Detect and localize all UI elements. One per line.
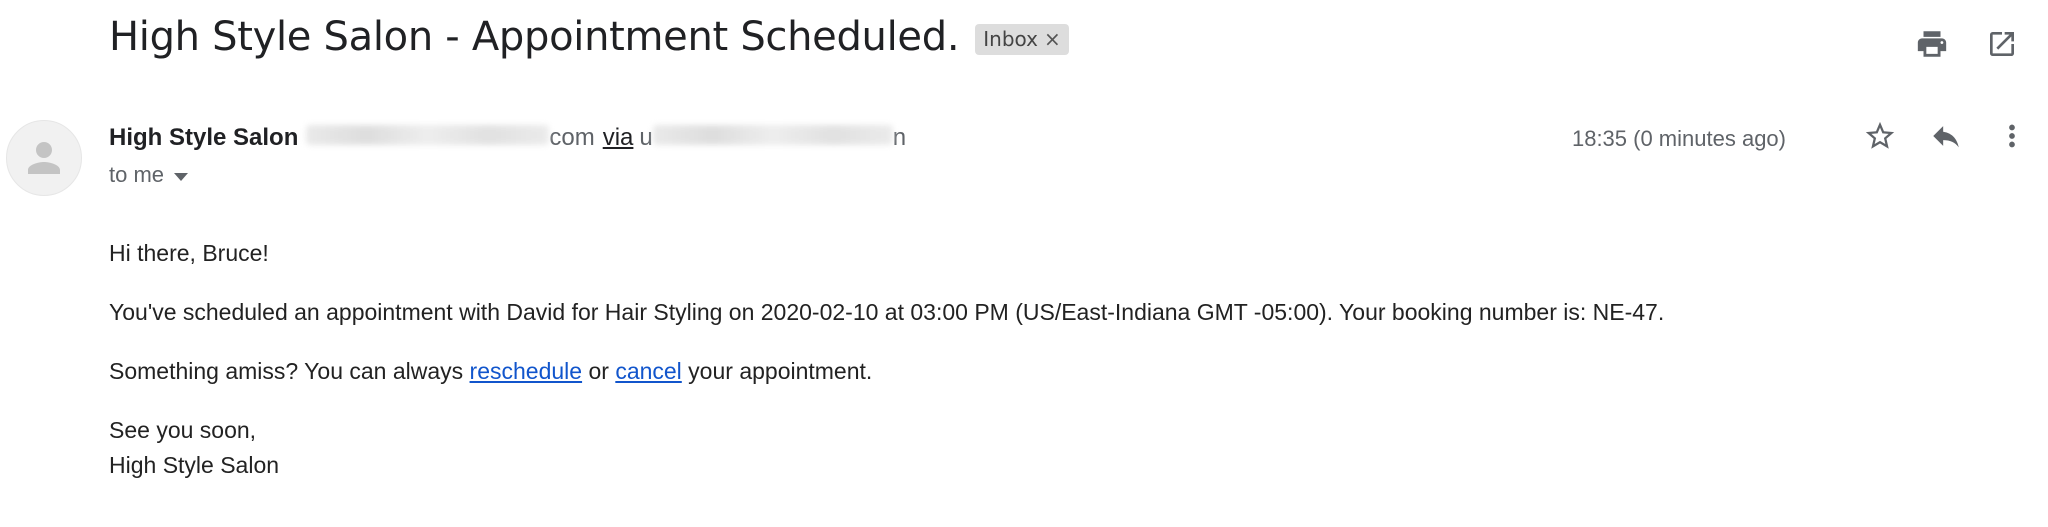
show-details-chevron-down-icon[interactable] [174,172,189,181]
print-icon [1917,31,1947,57]
reschedule-link[interactable]: reschedule [470,358,583,384]
recipient-text: to me [109,162,165,187]
more-options-button[interactable] [1994,118,2030,154]
greeting: Hi there, Bruce! [109,240,269,266]
recipient-line: to me [109,162,189,188]
redacted-sender-email [306,125,550,145]
appointment-details: You've scheduled an appointment with Dav… [109,299,1665,325]
or-text: or [582,358,616,384]
amiss-prefix: Something amiss? You can always [109,358,470,384]
via-domain-end: n [892,124,907,151]
subject-row: High Style Salon - Appointment Scheduled… [109,14,1069,60]
redacted-via-domain [652,125,893,145]
sender-avatar[interactable] [6,120,82,196]
reply-icon [1933,126,1959,148]
sender-name[interactable]: High Style Salon [109,124,298,152]
amiss-line: Something amiss? You can always reschedu… [109,354,1664,389]
more-vert-icon [2009,124,2015,148]
star-button[interactable] [1862,118,1898,154]
open-in-new-window-button[interactable] [1984,26,2020,62]
reply-button[interactable] [1928,118,1964,154]
signature: High Style Salon [109,452,280,478]
remove-label-icon[interactable]: × [1044,29,1061,49]
sender-line: High Style Salon com via u n [109,124,906,152]
top-actions [1914,26,2020,62]
via-domain-start: u [639,124,653,151]
via-link[interactable]: via [603,124,634,152]
message-timestamp: 18:35 (0 minutes ago) [1571,126,1786,151]
message-actions [1862,118,2030,154]
email-view: High Style Salon - Appointment Scheduled… [0,0,2048,527]
email-body: Hi there, Bruce! You've scheduled an app… [109,236,1664,483]
email-subject: High Style Salon - Appointment Scheduled… [109,14,960,60]
cancel-link[interactable]: cancel [615,358,681,384]
sender-email-tail: com [549,124,595,151]
inbox-label-chip[interactable]: Inbox × [975,23,1069,55]
signature-block: See you soon, High Style Salon [109,413,1664,483]
print-button[interactable] [1914,26,1950,62]
amiss-suffix: your appointment. [681,358,873,384]
person-icon [28,142,60,174]
open-in-new-window-icon [1990,32,2014,56]
inbox-label-text: Inbox [983,26,1038,51]
signoff: See you soon, [109,417,257,443]
star-icon [1865,121,1895,149]
